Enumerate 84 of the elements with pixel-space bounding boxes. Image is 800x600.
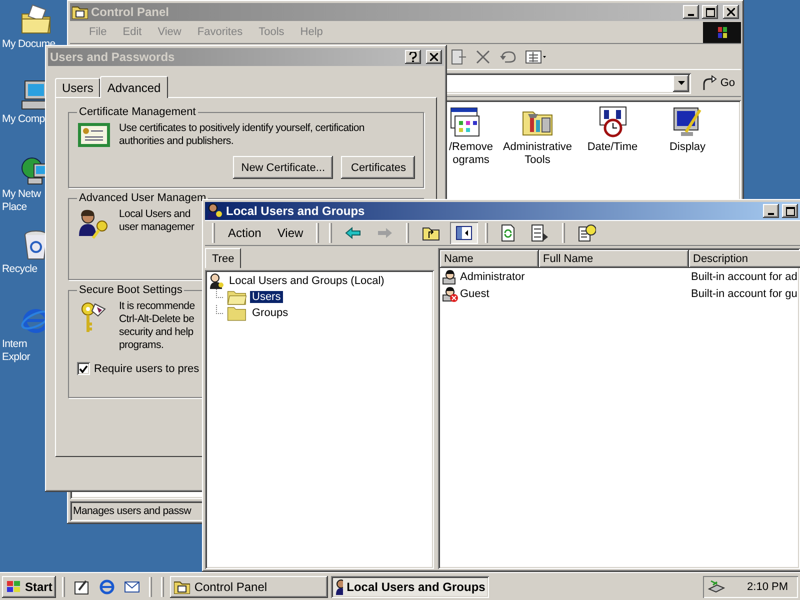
- column-header[interactable]: Name: [440, 250, 539, 268]
- status-text: Manages users and passw: [73, 505, 192, 517]
- push-button[interactable]: New Certificate...: [233, 156, 333, 179]
- refresh-icon: [501, 224, 516, 242]
- maximize-icon: [706, 8, 714, 16]
- close-button[interactable]: [723, 5, 739, 19]
- programs-window-icon: [449, 106, 481, 138]
- close-icon: [430, 53, 438, 61]
- checkbox[interactable]: [77, 362, 90, 375]
- minimize-button[interactable]: [763, 204, 779, 218]
- maximize-button[interactable]: [782, 204, 798, 218]
- dropdown-button[interactable]: [673, 74, 690, 92]
- column-header[interactable]: Full Name: [539, 250, 689, 268]
- folder-icon: [174, 580, 190, 594]
- maximize-icon: [786, 206, 794, 216]
- user-icon: [442, 268, 458, 284]
- column-header[interactable]: Description: [689, 250, 800, 268]
- group-title: Advanced User Managem: [78, 192, 208, 204]
- caret-icon: [678, 81, 685, 85]
- description-text: Local Users and user managemer: [119, 208, 194, 234]
- disabled-user-icon: [442, 286, 458, 302]
- tab[interactable]: Users: [55, 78, 100, 97]
- tab[interactable]: Advanced: [100, 76, 168, 98]
- group-title: Certificate Management: [78, 106, 197, 118]
- control-panel-item[interactable]: Administrative Tools: [502, 141, 572, 167]
- undo-icon[interactable]: [499, 50, 517, 64]
- forward-arrow-icon: [377, 227, 394, 239]
- table-cell: Built-in account for ad: [691, 270, 798, 282]
- users-key-icon: [207, 203, 223, 219]
- table-cell: Built-in account for gu: [691, 288, 798, 300]
- desktop-icon-label[interactable]: My Comp: [2, 113, 45, 126]
- tree-item[interactable]: Local Users and Groups (Local): [227, 275, 386, 287]
- table-cell[interactable]: Administrator: [460, 270, 525, 282]
- tree-toggle-button[interactable]: [450, 222, 478, 244]
- tree-item[interactable]: Groups: [250, 307, 290, 319]
- help-topic-icon: [578, 224, 596, 242]
- delete-icon[interactable]: [475, 48, 491, 64]
- push-button[interactable]: Certificates: [341, 156, 415, 179]
- go-arrow-icon: [701, 75, 718, 91]
- window-title: Control Panel: [91, 5, 170, 19]
- description-text: Use certificates to positively identify yourself, certification authorities and publishers.: [119, 122, 366, 148]
- documents-folder-icon: [20, 4, 52, 36]
- panes-icon: [456, 226, 472, 240]
- windows-logo-icon: [703, 22, 741, 42]
- users-key-icon: [335, 578, 343, 594]
- desktop-icon-label[interactable]: Intern Explor: [2, 338, 30, 364]
- folder-icon: [227, 289, 247, 305]
- control-panel-item[interactable]: Date/Time: [587, 141, 638, 154]
- move-to-icon[interactable]: [451, 48, 467, 66]
- group-title: Secure Boot Settings: [78, 284, 184, 296]
- desktop-icon-label[interactable]: My Netw Place: [2, 188, 41, 214]
- certificate-icon: [77, 122, 111, 148]
- control-panel-item[interactable]: /Remove ograms: [449, 141, 494, 167]
- tree-branch-line: [216, 305, 224, 314]
- tree-item[interactable]: Users: [250, 291, 283, 303]
- folder-icon: [227, 305, 247, 321]
- tree-branch-line: [216, 289, 224, 298]
- close-icon: [727, 8, 735, 16]
- checkbox-label: Require users to pres: [94, 362, 200, 374]
- clock: 2:10 PM: [747, 580, 788, 592]
- export-list-icon: [531, 224, 550, 242]
- minimize-button[interactable]: [683, 5, 699, 19]
- description-text: It is recommende Ctrl-Alt-Delete be security and help programs.: [119, 300, 195, 352]
- taskbar-button[interactable]: Control Panel: [170, 576, 328, 598]
- back-arrow-icon: [345, 227, 362, 239]
- tree-tab[interactable]: Tree: [205, 248, 242, 268]
- help-icon: [409, 52, 417, 62]
- check-icon: [79, 364, 88, 372]
- maximize-button[interactable]: [702, 5, 718, 19]
- calendar-clock-icon: [596, 106, 628, 138]
- control-panel-item[interactable]: Display: [669, 141, 706, 154]
- monitor-icon: [672, 106, 704, 138]
- network-device-icon: [707, 578, 725, 594]
- up-folder-icon: [422, 225, 440, 241]
- users-icon: [208, 273, 224, 289]
- help-button[interactable]: [405, 50, 421, 64]
- close-button[interactable]: [426, 50, 442, 64]
- window-title: Local Users and Groups: [226, 204, 366, 218]
- windows-flag-icon: [6, 580, 22, 594]
- start-button[interactable]: Start: [2, 576, 56, 598]
- window-title: Users and Passwords: [50, 50, 176, 64]
- desktop-icon-label[interactable]: Recycle: [2, 263, 38, 276]
- taskbar-button[interactable]: Local Users and Groups: [331, 576, 490, 598]
- views-icon[interactable]: [525, 48, 549, 64]
